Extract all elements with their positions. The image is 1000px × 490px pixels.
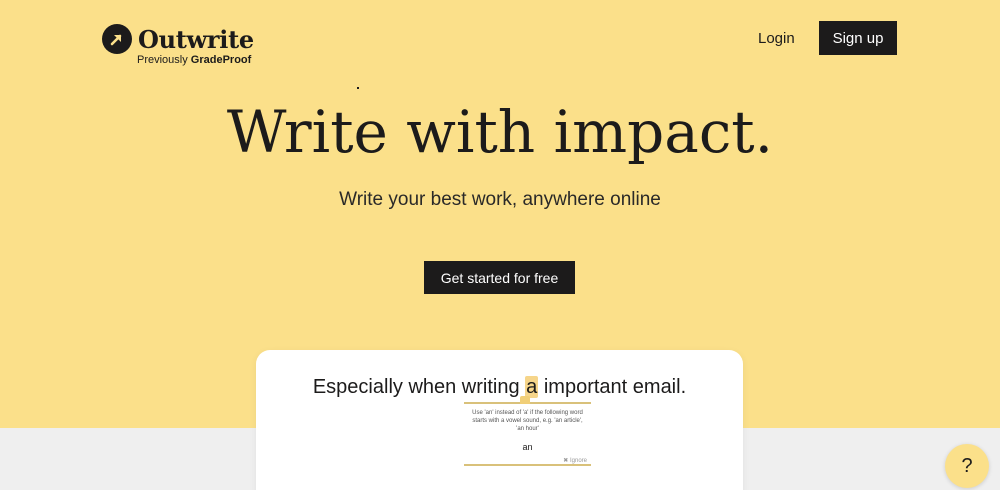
decorative-dot xyxy=(357,87,359,89)
hero-subtitle: Write your best work, anywhere online xyxy=(339,189,661,210)
signup-button[interactable]: Sign up xyxy=(819,21,897,55)
brand-previously-prefix: Previously xyxy=(137,54,191,66)
suggestion-explanation: Use 'an' instead of 'a' if the following… xyxy=(472,410,583,432)
help-button[interactable]: ? xyxy=(945,444,989,488)
demo-sentence: Especially when writing a important emai… xyxy=(256,376,743,399)
ignore-button[interactable]: ✖ Ignore xyxy=(563,457,587,464)
suggestion-popup: Use 'an' instead of 'a' if the following… xyxy=(464,396,591,466)
demo-sentence-after: important email. xyxy=(538,376,687,398)
flagged-word[interactable]: a xyxy=(525,376,539,398)
brand-previously-name: GradeProof xyxy=(190,54,252,66)
landing-page: Outwrite Previously GradeProof Login Sig… xyxy=(0,0,1000,490)
suggestion-pointer xyxy=(520,396,530,404)
suggestion-fix[interactable]: an xyxy=(464,442,591,452)
brand-previously: Previously GradeProof xyxy=(137,54,251,66)
demo-sentence-before: Especially when writing xyxy=(312,376,526,398)
brand-logo[interactable]: Outwrite xyxy=(102,24,254,54)
get-started-button[interactable]: Get started for free xyxy=(424,261,575,294)
demo-card: Especially when writing a important emai… xyxy=(256,350,743,490)
arrow-up-right-icon xyxy=(102,24,132,54)
login-link[interactable]: Login xyxy=(758,30,795,47)
hero-title: Write with impact. xyxy=(226,98,774,166)
brand-name: Outwrite xyxy=(138,24,254,54)
